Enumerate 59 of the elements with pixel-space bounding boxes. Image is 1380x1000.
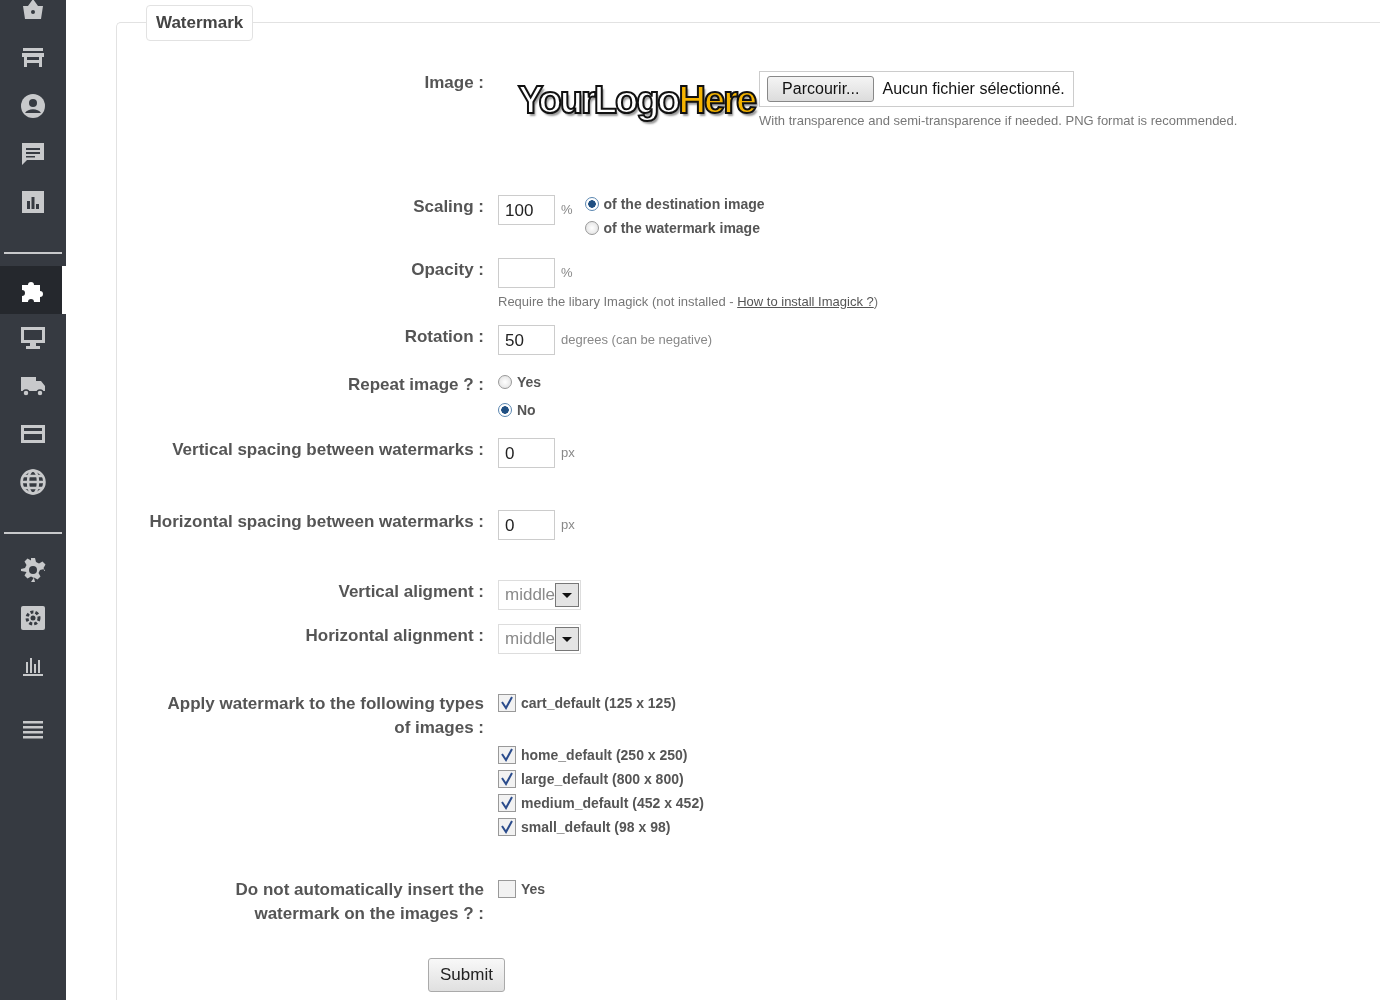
option-label: of the destination image — [603, 196, 765, 212]
field-label: Vertical aligment : — [337, 581, 485, 603]
field-label: Scaling : — [412, 196, 485, 218]
bar-chart-icon — [19, 188, 47, 216]
field-label: Rotation : — [403, 326, 485, 348]
checkbox[interactable] — [498, 770, 516, 788]
unit-text: px — [561, 517, 575, 532]
gear-icon — [19, 556, 47, 584]
file-status: Aucun fichier sélectionné. — [882, 80, 1065, 98]
text-input[interactable]: 0 — [498, 438, 555, 468]
user-icon — [19, 92, 47, 120]
panel-legend: Watermark — [146, 5, 254, 41]
radio-button[interactable] — [584, 221, 599, 235]
unit-text: px — [561, 445, 575, 460]
checkbox[interactable] — [498, 694, 516, 712]
gear-square-icon — [19, 604, 47, 632]
submit-button[interactable]: Submit — [428, 958, 505, 992]
field-label: Horizontal alignment : — [304, 625, 485, 647]
scaling-input[interactable]: 100 — [498, 195, 555, 225]
option-label: medium_default (452 x 452) — [521, 795, 704, 811]
checkbox[interactable] — [498, 818, 516, 836]
text-input[interactable]: 0 — [498, 510, 555, 540]
option-label: cart_default (125 x 125) — [521, 695, 676, 711]
file-input[interactable]: Parcourir... Aucun fichier sélectionné. — [759, 71, 1074, 107]
checkbox[interactable] — [498, 794, 516, 812]
select-dropdown[interactable]: middle — [498, 580, 582, 610]
text-input[interactable]: 50 — [498, 325, 555, 355]
option-label: No — [517, 402, 536, 418]
radio-button[interactable] — [584, 197, 599, 211]
field-label: Repeat image ? : — [346, 374, 485, 396]
option-label: Yes — [521, 881, 546, 897]
chat-icon — [19, 140, 47, 168]
field-label: Apply watermark to the following types of images : — [166, 693, 485, 739]
field-label: Image : — [423, 72, 485, 94]
unit-text: % — [561, 202, 573, 217]
help-link[interactable]: How to install Imagick ? — [737, 294, 874, 309]
browse-button[interactable]: Parcourir... — [767, 76, 875, 102]
select-dropdown[interactable]: middle — [498, 624, 582, 654]
option-label: small_default (98 x 98) — [521, 819, 671, 835]
globe-icon — [19, 468, 47, 496]
monitor-icon — [19, 324, 47, 352]
checkbox[interactable] — [498, 746, 516, 764]
unit-text: degrees (can be negative) — [561, 332, 713, 347]
field-label: Vertical spacing between watermarks : — [171, 439, 485, 461]
text-input[interactable] — [498, 258, 555, 288]
radio-button[interactable] — [498, 403, 512, 417]
option-label: home_default (250 x 250) — [521, 747, 688, 763]
field-label: Opacity : — [410, 259, 485, 281]
help-text: Require the libary Imagick (not installed - How to install Imagick ?) — [498, 294, 880, 309]
help-text: With transparence and semi-transparence if needed. PNG format is recommended. — [759, 113, 1238, 128]
radio-button[interactable] — [498, 375, 512, 389]
option-label: of the watermark image — [603, 220, 760, 236]
field-label: Do not automatically insert the watermark on the images ? : — [234, 879, 485, 925]
sidebar-item[interactable] — [0, 266, 66, 314]
unit-text: % — [561, 265, 573, 280]
checkbox[interactable] — [498, 880, 516, 898]
option-label: large_default (800 x 800) — [521, 771, 684, 787]
field-label: Horizontal spacing between watermarks : — [148, 511, 485, 533]
option-label: Yes — [517, 374, 542, 390]
